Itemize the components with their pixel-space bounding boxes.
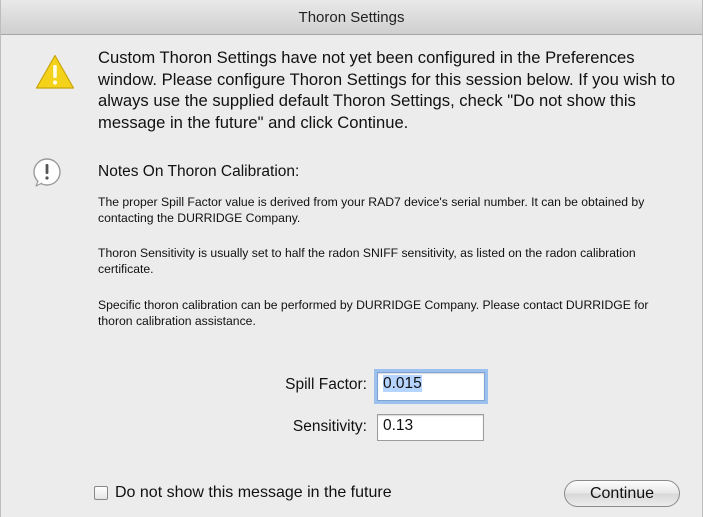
info-icon: [33, 158, 61, 187]
sensitivity-label: Sensitivity:: [292, 418, 367, 435]
continue-button[interactable]: Continue: [564, 480, 680, 507]
spill-factor-field[interactable]: 0.015: [377, 372, 485, 401]
sensitivity-field[interactable]: 0.13: [377, 414, 484, 441]
title-bar[interactable]: Thoron Settings: [1, 0, 702, 35]
spill-factor-value: 0.015: [383, 375, 422, 392]
notes-title: Notes On Thoron Calibration:: [98, 163, 300, 180]
window-title: Thoron Settings: [298, 8, 405, 26]
main-message: Custom Thoron Settings have not yet been…: [98, 48, 676, 132]
note-calibration: Specific thoron calibration can be perfo…: [98, 298, 649, 328]
dont-show-checkbox-label[interactable]: Do not show this message in the future: [115, 484, 392, 502]
warning-icon: [35, 54, 75, 89]
note-sensitivity: Thoron Sensitivity is usually set to hal…: [98, 246, 636, 276]
thoron-settings-dialog: Thoron Settings Custom Thoron Settings h…: [0, 0, 703, 517]
note-spill-factor: The proper Spill Factor value is derived…: [98, 195, 645, 225]
dont-show-checkbox[interactable]: [94, 486, 108, 500]
spill-factor-label: Spill Factor:: [285, 376, 367, 393]
